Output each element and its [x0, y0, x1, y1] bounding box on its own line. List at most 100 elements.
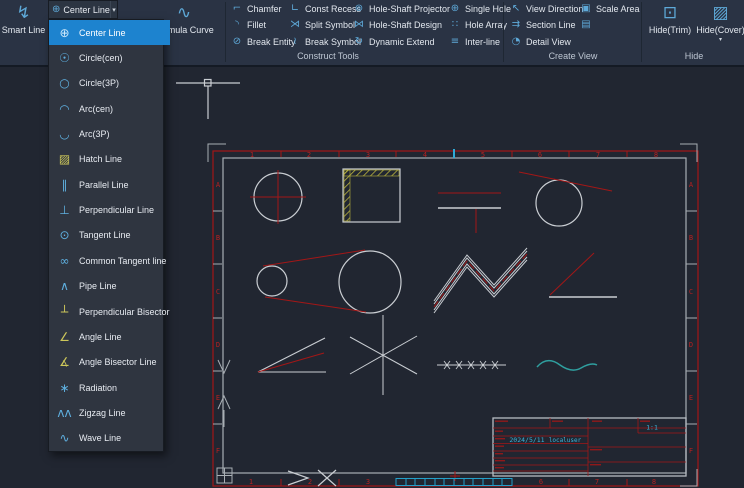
svg-text:A: A [689, 181, 694, 189]
view-direction-icon: ↖ [510, 4, 522, 14]
menu-item-hatch-line[interactable]: ▨ Hatch Line [49, 147, 170, 172]
button-label: Split Symbol [305, 20, 355, 30]
common-tangent-circles-entity[interactable] [257, 250, 401, 313]
center-line-icon: ⊕ [56, 27, 73, 39]
menu-item-label: Tangent Line [79, 230, 131, 240]
hole-shaft-design-icon: ⋈ [353, 20, 365, 30]
pipe-line-icon: ∧ [56, 280, 73, 292]
button-label: Inter-line [465, 37, 500, 47]
menu-item-label: Perpendicular Bisector [79, 307, 170, 317]
arc-3p-icon: ◡ [56, 128, 73, 140]
svg-text:3: 3 [366, 151, 370, 159]
center-line-trigger-label: Center Line [63, 5, 110, 15]
radiation-icon: ∗ [56, 382, 73, 394]
perpendicular-bisector-icon: ┴ [56, 306, 73, 318]
hole-shaft-projector-icon: ⊚ [353, 4, 365, 14]
scale-area-button[interactable]: ▣ Scale Area [577, 1, 643, 17]
menu-item-parallel-line[interactable]: ∥ Parallel Line [49, 172, 170, 197]
title-block[interactable]: 2024/5/11 localuser 1:1 [493, 418, 686, 476]
angle-bisector-entity[interactable] [258, 338, 326, 372]
clipped-ribbon-button[interactable]: ⊞ [738, 1, 744, 50]
perpendicular-bisector-entity[interactable] [176, 80, 240, 120]
frame-corner-grid-square [217, 468, 232, 483]
hatched-square-entity[interactable] [343, 169, 400, 222]
svg-text:7: 7 [596, 151, 600, 159]
center-line-icon: ⊕ [52, 4, 60, 15]
menu-item-wave-line[interactable]: ∿ Wave Line [49, 426, 170, 451]
hatch-line-icon: ▨ [56, 153, 73, 165]
menu-item-pipe-line[interactable]: ∧ Pipe Line [49, 274, 170, 299]
hole-shaft-projector-button[interactable]: ⊚ Hole-Shaft Projector [350, 1, 453, 17]
button-label: Hole Array [465, 20, 507, 30]
menu-item-arc-3p[interactable]: ◡ Arc(3P) [49, 121, 170, 146]
radiation-entity[interactable] [350, 315, 417, 395]
menu-item-circle-3p[interactable]: ○ Circle(3P) [49, 71, 170, 96]
menu-item-common-tangent-line[interactable]: ∞ Common Tangent line [49, 248, 170, 273]
parallel-lines-entity[interactable] [438, 193, 501, 233]
create-view-column-1: ↖ View Direction ⇉ Section Line ◔ Detail… [507, 1, 586, 50]
pipe-line-entity[interactable] [434, 248, 527, 313]
wave-line-icon: ∿ [56, 432, 73, 444]
menu-item-label: Common Tangent line [79, 256, 166, 266]
svg-text:E: E [216, 394, 220, 402]
button-label: Scale Area [596, 4, 640, 14]
hole-shaft-design-button[interactable]: ⋈ Hole-Shaft Design [350, 17, 453, 33]
angle-bisector-icon: ∡ [56, 356, 73, 368]
menu-item-angle-line[interactable]: ∠ Angle Line [49, 324, 170, 349]
menu-item-radiation[interactable]: ∗ Radiation [49, 375, 170, 400]
scale-area-icon: ▣ [580, 4, 592, 14]
wave-line-entity[interactable] [537, 361, 597, 370]
detail-view-button[interactable]: ◔ Detail View [507, 34, 586, 50]
button-label: Hole-Shaft Design [369, 20, 442, 30]
dynamic-extend-icon: ↻ [353, 37, 365, 47]
menu-item-perpendicular-bisector[interactable]: ┴ Perpendicular Bisector [49, 299, 170, 324]
fillet-icon: ◝ [231, 20, 243, 30]
chevron-down-icon[interactable]: ▾ [719, 36, 722, 43]
menu-item-tangent-line[interactable]: ⊙ Tangent Line [49, 223, 170, 248]
button-label: Single Hole [465, 4, 511, 14]
svg-text:F: F [216, 447, 220, 455]
scale-bar [396, 479, 512, 486]
smart-line-button[interactable]: ↯ Smart Line [0, 1, 47, 50]
chevron-down-icon[interactable]: ▾ [110, 1, 117, 18]
menu-item-label: Wave Line [79, 433, 121, 443]
button-label: Hide(Trim) [649, 25, 691, 35]
svg-text:1: 1 [250, 151, 254, 159]
menu-item-perpendicular-line[interactable]: ⊥ Perpendicular Line [49, 197, 170, 222]
button-label: Chamfer [247, 4, 282, 14]
section-line-button[interactable]: ⇉ Section Line [507, 17, 586, 33]
menu-item-label: Radiation [79, 383, 117, 393]
circle-with-tangent-entity[interactable] [519, 172, 612, 226]
split-symbol-icon: ⋊ [289, 20, 301, 30]
view-direction-button[interactable]: ↖ View Direction [507, 1, 586, 17]
dynamic-extend-button[interactable]: ↻ Dynamic Extend [350, 34, 453, 50]
menu-item-label: Zigzag Line [79, 408, 126, 418]
svg-text:C: C [216, 288, 220, 296]
svg-text:E: E [689, 394, 693, 402]
svg-text:D: D [689, 341, 693, 349]
ribbon-separator [641, 2, 642, 62]
create-view-group-label: Create View [507, 51, 639, 61]
circle-center-icon: ☉ [56, 52, 73, 64]
svg-text:8: 8 [652, 478, 656, 486]
svg-text:2: 2 [307, 151, 311, 159]
construct-tools-column-3: ⊚ Hole-Shaft Projector ⋈ Hole-Shaft Desi… [350, 1, 453, 50]
center-line-dropdown-trigger[interactable]: ⊕ Center Line ▾ [48, 0, 118, 19]
menu-item-arc-cen[interactable]: ◠ Arc(cen) [49, 96, 170, 121]
svg-text:5: 5 [481, 151, 485, 159]
circle-with-centerlines-entity[interactable] [250, 170, 306, 224]
menu-item-zigzag-line[interactable]: ʌʌ Zigzag Line [49, 400, 170, 425]
menu-item-center-line[interactable]: ⊕ Center Line [49, 20, 170, 45]
hide-cover-button[interactable]: ▨ Hide(Cover) ▾ [697, 1, 744, 50]
ribbon-separator [503, 2, 504, 62]
angle-line-entity[interactable] [549, 253, 617, 297]
menu-item-angle-bisector-line[interactable]: ∡ Angle Bisector Line [49, 350, 170, 375]
scale-area-extra-button[interactable]: ▤ [577, 17, 643, 33]
menu-item-label: Arc(3P) [79, 129, 110, 139]
menu-item-circle-cen[interactable]: ☉ Circle(cen) [49, 45, 170, 70]
title-block-date: 2024/5/11 [509, 436, 544, 444]
zigzag-line-entity[interactable] [437, 361, 506, 369]
formula-curve-icon: ∿ [177, 3, 191, 23]
hide-trim-button[interactable]: ⊡ Hide(Trim) [644, 1, 696, 50]
svg-text:3: 3 [366, 478, 370, 486]
